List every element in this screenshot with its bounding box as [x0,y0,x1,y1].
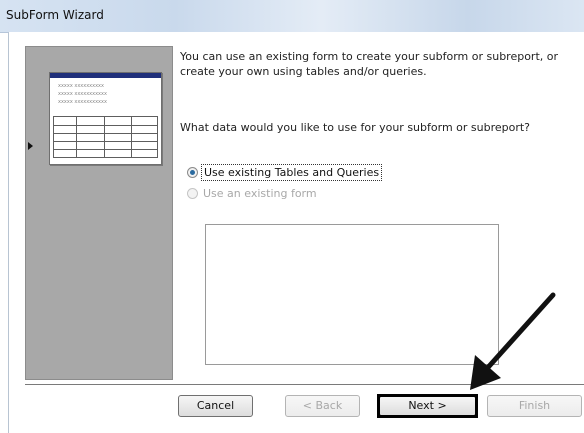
annotation-arrow-icon [470,292,556,390]
